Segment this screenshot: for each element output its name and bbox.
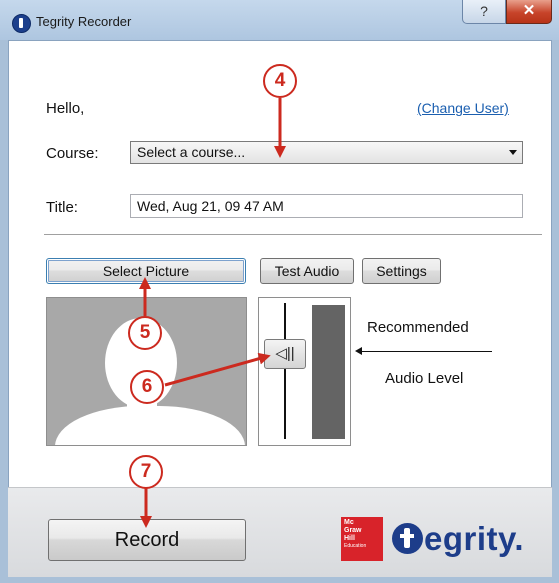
dropdown-arrow-icon — [509, 150, 517, 155]
volume-slider-track[interactable] — [284, 303, 286, 439]
greeting-label: Hello, — [46, 100, 85, 117]
arrow-left-icon — [355, 347, 362, 355]
record-button[interactable]: Record — [48, 519, 246, 561]
recommended-label: Recommended — [367, 319, 469, 336]
course-select[interactable]: Select a course... — [130, 141, 523, 164]
mcgraw-hill-logo: Mc Graw Hill Education — [341, 517, 383, 561]
test-audio-button[interactable]: Test Audio — [260, 258, 354, 284]
tegrity-wordmark: egrity. — [424, 520, 525, 557]
change-user-link[interactable]: (Change User) — [417, 100, 509, 116]
callout-4-badge: 4 — [263, 64, 297, 98]
tegrity-t-icon — [392, 523, 423, 554]
close-button[interactable]: ✕ — [506, 0, 552, 24]
recommended-pointer-line — [360, 351, 492, 352]
title-bar: Tegrity Recorder ? ✕ — [0, 0, 559, 40]
help-button[interactable]: ? — [462, 0, 506, 24]
separator — [44, 234, 542, 236]
title-label: Title: — [46, 199, 78, 216]
settings-button[interactable]: Settings — [362, 258, 441, 284]
audio-level-meter — [312, 305, 345, 439]
silhouette-shoulders — [55, 406, 245, 445]
title-input[interactable]: Wed, Aug 21, 09 47 AM — [130, 194, 523, 218]
callout-7-badge: 7 — [129, 455, 163, 489]
course-select-value: Select a course... — [137, 144, 246, 160]
audio-level-label: Audio Level — [385, 370, 464, 387]
tegrity-recorder-window: Tegrity Recorder ? ✕ Hello, (Change User… — [0, 0, 559, 583]
window-title: Tegrity Recorder — [36, 14, 132, 29]
tegrity-app-icon — [12, 14, 31, 33]
course-label: Course: — [46, 145, 99, 162]
callout-5-badge: 5 — [128, 316, 162, 350]
tegrity-logo: egrity. — [392, 520, 524, 560]
callout-6-badge: 6 — [130, 370, 164, 404]
select-picture-button[interactable]: Select Picture — [46, 258, 246, 284]
speaker-icon[interactable]: ◁|| — [264, 339, 306, 369]
